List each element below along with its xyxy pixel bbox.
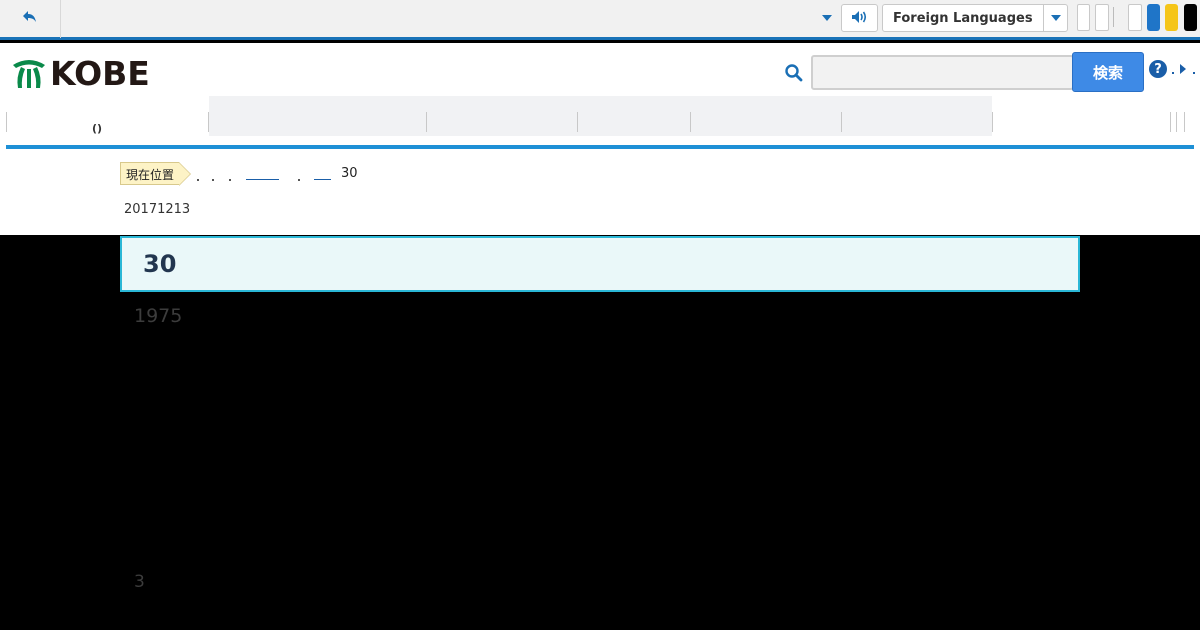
help-icon[interactable]: ?	[1149, 60, 1167, 78]
color-blue-button[interactable]	[1147, 4, 1160, 31]
breadcrumb-separator	[298, 179, 300, 181]
foreign-language-select[interactable]: Foreign Languages	[882, 4, 1068, 32]
breadcrumb-separator	[212, 179, 214, 181]
global-nav	[209, 96, 992, 136]
font-size-standard-button[interactable]	[1077, 4, 1090, 31]
logo-wordmark: KOBE	[50, 54, 150, 93]
toolbar-divider	[1113, 7, 1114, 27]
kobe-city-mark-icon	[13, 60, 45, 88]
page: Foreign Languages KOBE 検索 ? () 現在位置 30 2…	[0, 0, 1200, 630]
separator-dot	[1172, 72, 1174, 74]
site-header: KOBE 検索 ? () 現在位置 30 20171213	[0, 43, 1200, 235]
nav-divider	[6, 112, 7, 132]
page-title-box: 30	[120, 236, 1080, 292]
search-icon	[784, 63, 804, 83]
nav-divider	[208, 112, 209, 132]
utility-bar: Foreign Languages	[0, 0, 1200, 40]
nav-divider	[841, 112, 842, 132]
nav-divider	[577, 112, 578, 132]
chevron-down-icon	[1043, 5, 1067, 31]
breadcrumb-link[interactable]	[314, 179, 331, 180]
color-black-button[interactable]	[1184, 4, 1197, 31]
language-menu-toggle[interactable]	[818, 8, 836, 28]
kobe-logo[interactable]: KOBE	[10, 56, 150, 92]
search-button[interactable]: 検索	[1072, 52, 1144, 92]
language-select-label: Foreign Languages	[893, 11, 1033, 26]
color-white-button[interactable]	[1128, 4, 1142, 31]
color-yellow-button[interactable]	[1165, 4, 1178, 31]
speaker-icon	[851, 9, 869, 28]
separator-dot	[1193, 72, 1195, 74]
undo-icon	[21, 9, 39, 30]
body-text-number: 3	[134, 572, 145, 592]
page-title: 30	[143, 250, 177, 278]
font-size-large-button[interactable]	[1095, 4, 1109, 31]
breadcrumb-separator	[197, 179, 199, 181]
update-date: 20171213	[124, 202, 191, 217]
play-icon[interactable]	[1180, 64, 1186, 74]
breadcrumb-separator	[229, 179, 231, 181]
nav-item-home[interactable]: ()	[92, 122, 102, 135]
nav-divider	[690, 112, 691, 132]
speech-button[interactable]	[841, 4, 878, 32]
nav-underline	[6, 145, 1194, 149]
site-search-input[interactable]	[811, 55, 1074, 90]
back-button[interactable]	[0, 0, 61, 38]
nav-divider	[992, 112, 993, 132]
caret-down-icon	[822, 15, 832, 21]
breadcrumb-link[interactable]	[246, 179, 279, 180]
nav-divider	[1184, 112, 1185, 132]
nav-divider	[1176, 112, 1177, 132]
nav-divider	[426, 112, 427, 132]
body-text-year: 1975	[134, 305, 183, 327]
breadcrumb-current: 30	[341, 166, 358, 181]
breadcrumb-label: 現在位置	[120, 162, 192, 186]
nav-divider	[1170, 112, 1171, 132]
